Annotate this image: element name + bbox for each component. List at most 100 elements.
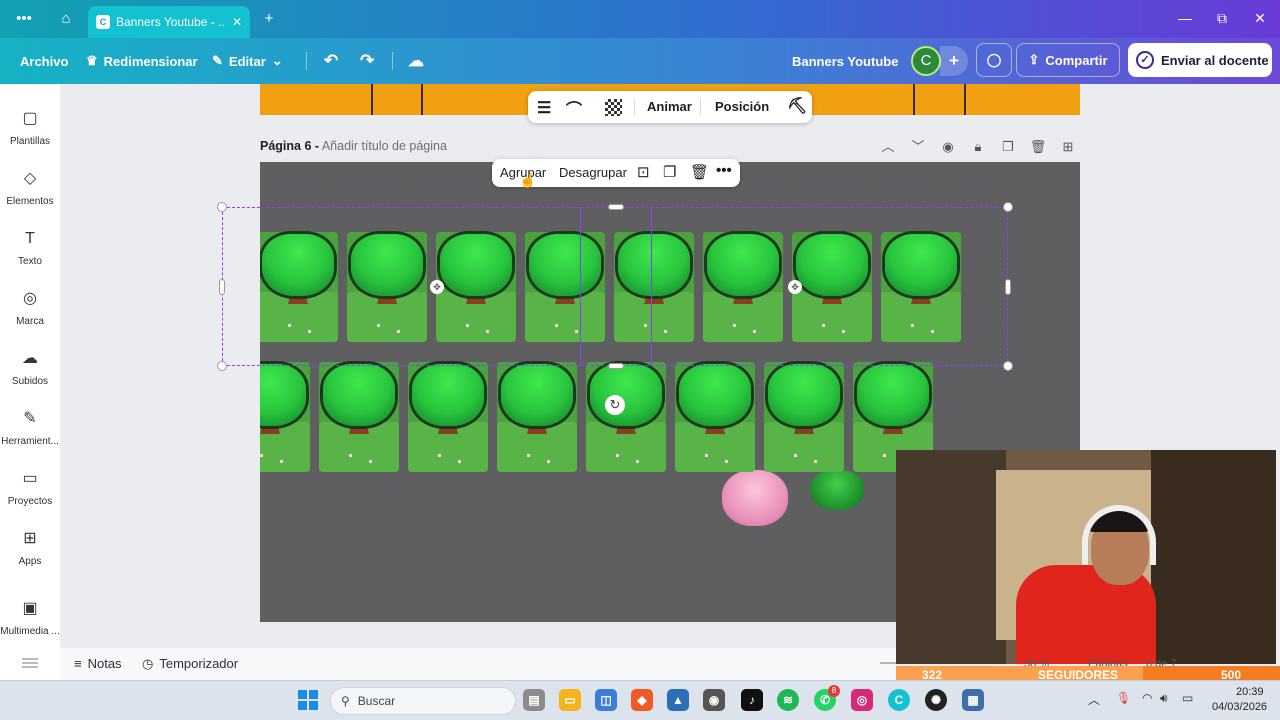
ungroup-button[interactable]: Desagrupar [559,165,627,180]
hide-icon[interactable]: ◉ [939,138,957,156]
taskbar-search[interactable]: ⚲ Buscar [330,687,516,715]
position-button[interactable]: Posición [715,99,769,114]
check-circle-icon: ✓ [1136,51,1154,69]
resize-handle-bottom[interactable] [608,363,624,369]
move-icon[interactable]: ✥ [430,280,444,294]
send-to-teacher-button[interactable]: ✓ Enviar al docente [1128,43,1272,77]
close-tab-icon[interactable]: ✕ [232,15,242,29]
microphone-icon[interactable]: 🎙︎ [1116,691,1131,705]
obs-icon[interactable]: ◉ [703,689,725,711]
divider [392,52,393,70]
redo-icon[interactable]: ↷ [360,38,374,84]
line-weight-icon[interactable]: ☰ [537,98,551,118]
sidebar-item-apps[interactable]: ⊞ Apps [0,520,60,578]
animate-button[interactable]: Animar [647,99,692,114]
home-icon[interactable]: ⌂ [56,9,76,29]
sidebar-item-projects[interactable]: ▭ Proyectos [0,460,60,518]
pink-tree-sprite[interactable] [722,470,788,526]
search-placeholder: Buscar [357,694,396,708]
paint-roller-icon[interactable]: ⛏ [787,96,807,116]
clock-time[interactable]: 20:39 [1236,686,1264,698]
trash-icon[interactable]: 🗑︎ [690,163,709,181]
cursor-icon: ☝ [519,172,537,188]
project-title[interactable]: Banners Youtube [792,38,898,84]
selection-box[interactable] [222,207,1008,366]
lock-icon[interactable]: ⊡ [637,163,650,181]
transparency-icon[interactable] [605,99,622,116]
sidebar-item-brand[interactable]: ◎ Marca [0,280,60,338]
page-title[interactable]: Página 6 - Añadir título de página [260,139,447,153]
resize-handle-top-right[interactable] [1003,202,1013,212]
small-tree-sprite[interactable] [810,470,864,510]
battery-icon[interactable]: ▭ [1182,691,1193,705]
close-window-button[interactable]: ✕ [1250,10,1270,27]
undo-icon[interactable]: ↶ [324,38,338,84]
windows-start-icon[interactable] [298,690,318,710]
trash-icon[interactable]: 🗑︎ [1029,138,1047,156]
browser-tab-bar: ••• ⌂ C Banners Youtube - ... ✕ + — ⧉ ✕ [0,0,1280,38]
share-button[interactable]: ⇪ Compartir [1016,43,1120,77]
move-icon[interactable]: ✥ [788,280,802,294]
comment-icon[interactable]: ◯ [976,43,1012,77]
file-menu[interactable]: Archivo [20,38,68,84]
rotate-icon[interactable]: ↻ [605,395,625,415]
volume-icon[interactable]: 🔊︎ [1160,691,1168,706]
chevron-up-icon[interactable]: ︿ [1088,691,1100,708]
send-label: Enviar al docente [1161,52,1269,68]
resize-handle-right[interactable] [1005,279,1011,295]
folder-icon: ▭ [22,470,38,487]
more-icon[interactable]: ••• [716,162,732,179]
clock-date[interactable]: 04/03/2026 [1212,701,1267,713]
edit-menu[interactable]: ✎ Editar ⌄ [212,38,283,84]
pattern-icon[interactable] [22,656,38,668]
tiktok-icon[interactable]: ♪ [741,689,763,711]
task-view-icon[interactable]: ▤ [523,689,545,711]
photos-icon[interactable]: ▲ [667,689,689,711]
resize-handle-left[interactable] [219,279,225,295]
spotify-icon[interactable]: ≋ [777,689,799,711]
brave-icon[interactable]: ◆ [631,689,653,711]
resize-button[interactable]: ♛ Redimensionar [86,38,198,84]
resize-handle-bottom-right[interactable] [1003,361,1013,371]
restore-button[interactable]: ⧉ [1212,10,1232,27]
strip-divider [964,84,966,115]
store-icon[interactable]: ◫ [595,689,617,711]
sidebar-item-tools[interactable]: ✎ Herramient... [0,400,60,458]
strip-divider [371,84,373,115]
timer-button[interactable]: ◷ Temporizador [142,656,238,672]
instagram-icon[interactable]: ◎ [851,689,873,711]
sidebar-item-templates[interactable]: ▢ Plantillas [0,100,60,158]
add-page-title[interactable]: Añadir título de página [322,139,447,153]
notes-button[interactable]: ≡ Notas [74,656,122,671]
add-page-icon[interactable]: ⊞ [1059,138,1077,156]
browser-tab[interactable]: C Banners Youtube - ... ✕ [88,6,250,38]
sidebar-item-label: Texto [18,256,42,267]
timer-label: Temporizador [159,656,239,671]
resize-handle-bottom-left[interactable] [217,361,227,371]
wifi-icon[interactable]: ◠ [1142,691,1152,705]
lock-icon[interactable]: 🔒︎ [969,138,987,156]
corner-rounding-icon[interactable]: ⌒ [566,96,582,120]
chevron-down-icon[interactable]: ﹀ [909,138,927,156]
tree-tile [764,362,844,472]
duplicate-icon[interactable]: ❐ [663,163,676,181]
chevron-up-icon[interactable]: ︿ [879,138,897,156]
avatar[interactable]: C [911,46,941,76]
chatgpt-icon[interactable]: ✺ [925,689,947,711]
duplicate-icon[interactable]: ❐ [999,138,1017,156]
more-icon[interactable]: ••• [14,9,34,29]
file-explorer-icon[interactable]: ▭ [559,689,581,711]
add-collaborator-button[interactable]: + [940,46,968,76]
zoom-slider[interactable] [880,662,896,664]
cloud-save-icon[interactable]: ☁ [408,38,424,84]
sidebar-item-elements[interactable]: ◇ Elementos [0,160,60,218]
resize-handle-top[interactable] [608,204,624,210]
minimize-button[interactable]: — [1175,10,1195,26]
sidebar-item-uploads[interactable]: ☁ Subidos [0,340,60,398]
sidebar-item-media[interactable]: ▣ Multimedia ... [0,590,60,648]
resize-handle-top-left[interactable] [217,202,227,212]
canva-icon[interactable]: C [888,689,910,711]
new-tab-button[interactable]: + [259,9,279,29]
calculator-icon[interactable]: ▦ [962,689,984,711]
sidebar-item-text[interactable]: T Texto [0,220,60,278]
